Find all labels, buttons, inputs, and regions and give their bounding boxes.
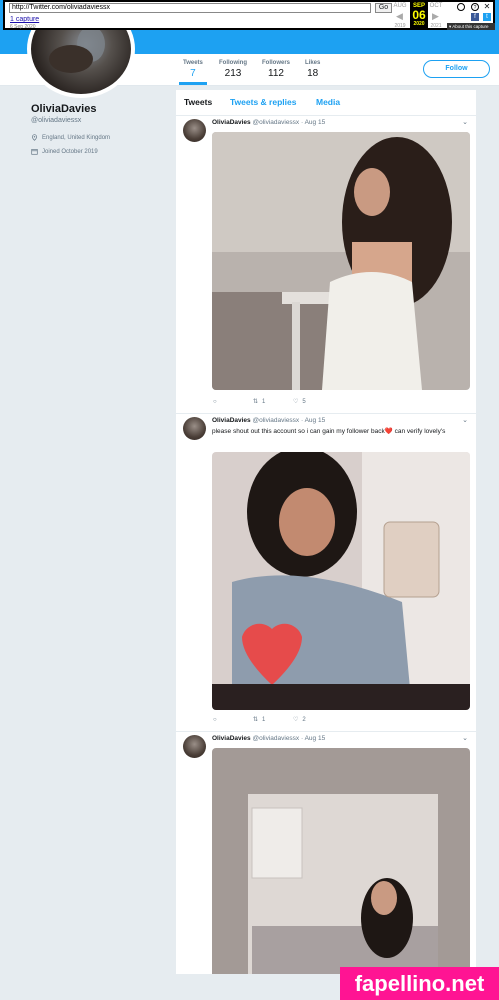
wayback-go-button[interactable]: Go xyxy=(375,3,392,13)
tweet-text: please shout out this account so i can g… xyxy=(212,428,446,435)
like-button[interactable]: ♡ 5 xyxy=(293,398,333,406)
twitter-share-icon[interactable]: t xyxy=(483,13,491,21)
tweet-avatar[interactable] xyxy=(183,119,206,142)
tweet-author-handle: @oliviadaviessx · Aug 15 xyxy=(252,119,326,126)
tweet-author-handle: @oliviadaviessx · Aug 15 xyxy=(252,735,326,742)
stat-following-value: 213 xyxy=(224,68,242,79)
tweet-actions: ○ ⇅ 1 ♡ 2 xyxy=(213,716,333,724)
calendar-icon xyxy=(31,149,38,155)
watermark: fapellino.net xyxy=(340,967,499,1000)
stat-followers[interactable]: Followers 112 xyxy=(262,60,290,79)
tweet-photo[interactable] xyxy=(212,748,470,974)
wayback-user-icon[interactable] xyxy=(457,3,465,11)
stat-tweets[interactable]: Tweets 7 xyxy=(179,60,207,85)
stat-followers-label: Followers xyxy=(262,60,291,66)
wayback-next-arrow-icon[interactable]: ▶ xyxy=(432,11,439,22)
tweet-item[interactable]: OliviaDavies @oliviadaviessx · Aug 15 ⌄ … xyxy=(176,414,476,732)
timeline-tabs: Tweets Tweets & replies Media xyxy=(176,90,476,116)
chevron-down-icon[interactable]: ⌄ xyxy=(462,734,468,742)
tab-tweets[interactable]: Tweets xyxy=(184,97,212,107)
stat-tweets-value: 7 xyxy=(190,68,196,79)
profile-joined: Joined October 2019 xyxy=(31,148,98,155)
profile-location-text: England, United Kingdom xyxy=(42,134,111,141)
profile-joined-text: Joined October 2019 xyxy=(42,148,98,155)
tweet-header: OliviaDavies @oliviadaviessx · Aug 15 xyxy=(212,417,325,424)
stat-likes-value: 18 xyxy=(307,68,319,79)
follow-button[interactable]: Follow xyxy=(423,60,490,78)
tweet-photo[interactable] xyxy=(212,452,470,710)
wayback-close-icon[interactable]: ✕ xyxy=(483,3,491,11)
profile-location: England, United Kingdom xyxy=(31,134,110,141)
heart-icon: ♡ xyxy=(293,717,299,723)
facebook-icon[interactable]: f xyxy=(471,13,479,21)
tweet-item[interactable]: OliviaDavies @oliviadaviessx · Aug 15 ⌄ … xyxy=(176,116,476,414)
tweet-avatar[interactable] xyxy=(183,417,206,440)
wayback-selected-date: SEP 06 2020 xyxy=(410,2,428,30)
reply-icon[interactable]: ○ xyxy=(213,398,253,405)
tweet-timeline: Tweets Tweets & replies Media OliviaDavi… xyxy=(176,90,476,974)
wayback-toolbar: http://Twitter.com/oliviadaviessx Go 1 c… xyxy=(3,0,495,30)
tweet-author-name[interactable]: OliviaDavies xyxy=(212,417,251,424)
tweet-photo[interactable] xyxy=(212,132,470,390)
wayback-next-year[interactable]: 2021 xyxy=(427,23,445,29)
location-pin-icon xyxy=(32,134,37,141)
tweet-author-handle: @oliviadaviessx · Aug 15 xyxy=(252,417,326,424)
retweet-icon: ⇅ xyxy=(253,717,259,723)
stat-following[interactable]: Following 213 xyxy=(219,60,247,79)
wayback-prev-arrow-icon[interactable]: ◀ xyxy=(396,11,403,22)
stat-likes[interactable]: Likes 18 xyxy=(305,60,320,79)
retweet-icon: ⇅ xyxy=(253,399,259,405)
wayback-next-month[interactable]: OCT xyxy=(427,3,445,9)
wayback-url-input[interactable]: http://Twitter.com/oliviadaviessx xyxy=(9,3,371,13)
tweet-header: OliviaDavies @oliviadaviessx · Aug 15 xyxy=(212,119,325,126)
wayback-current-day: 06 xyxy=(412,8,426,22)
stat-followers-value: 112 xyxy=(268,68,284,79)
wayback-captures-link[interactable]: 1 capture xyxy=(10,16,39,23)
wayback-about-capture[interactable]: ▾ About this capture xyxy=(447,23,495,30)
heart-icon: ♡ xyxy=(293,399,299,405)
wayback-prev-month[interactable]: AUG xyxy=(391,3,409,9)
tab-media[interactable]: Media xyxy=(316,97,340,107)
profile-handle: @oliviadaviessx xyxy=(31,117,82,124)
chevron-down-icon[interactable]: ⌄ xyxy=(462,118,468,126)
wayback-capture-date: 6 Sep 2020 xyxy=(10,24,36,30)
retweet-button[interactable]: ⇅ 1 xyxy=(253,716,293,724)
tweet-header: OliviaDavies @oliviadaviessx · Aug 15 xyxy=(212,735,325,742)
like-count: 5 xyxy=(302,398,306,405)
reply-icon[interactable]: ○ xyxy=(213,716,253,723)
retweet-count: 1 xyxy=(262,398,266,405)
tweet-author-name[interactable]: OliviaDavies xyxy=(212,119,251,126)
like-count: 2 xyxy=(302,716,306,723)
chevron-down-icon[interactable]: ⌄ xyxy=(462,416,468,424)
tweet-item[interactable]: OliviaDavies @oliviadaviessx · Aug 15 ⌄ xyxy=(176,732,476,974)
stat-following-label: Following xyxy=(219,60,247,66)
tab-tweets-replies[interactable]: Tweets & replies xyxy=(230,97,296,107)
retweet-count: 1 xyxy=(262,716,266,723)
tweet-avatar[interactable] xyxy=(183,735,206,758)
stat-tweets-label: Tweets xyxy=(183,60,203,66)
tweet-author-name[interactable]: OliviaDavies xyxy=(212,735,251,742)
wayback-about-label: About this capture xyxy=(452,24,489,29)
wayback-prev-year[interactable]: 2019 xyxy=(391,23,409,29)
stat-likes-label: Likes xyxy=(305,60,321,66)
wayback-help-icon[interactable]: ? xyxy=(471,3,479,11)
profile-name: OliviaDavies xyxy=(31,103,97,115)
retweet-button[interactable]: ⇅ 1 xyxy=(253,398,293,406)
tweet-actions: ○ ⇅ 1 ♡ 5 xyxy=(213,398,333,406)
like-button[interactable]: ♡ 2 xyxy=(293,716,333,724)
